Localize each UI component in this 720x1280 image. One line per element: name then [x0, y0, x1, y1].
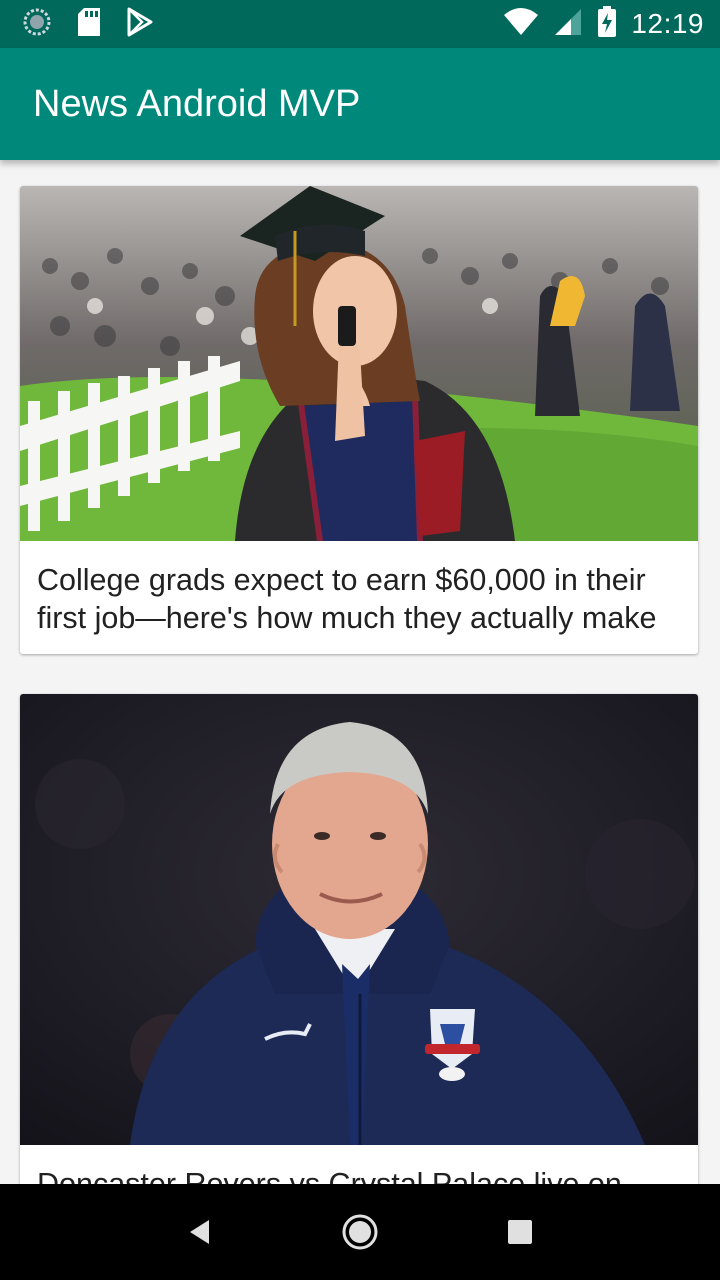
news-feed[interactable]: College grads expect to earn $60,000 in … — [0, 160, 720, 1184]
article-title: Doncaster Rovers vs Crystal Palace live … — [37, 1167, 622, 1184]
navigation-bar — [0, 1184, 720, 1280]
recents-icon — [508, 1220, 532, 1244]
news-card[interactable]: College grads expect to earn $60,000 in … — [20, 186, 698, 654]
battery-charging-icon — [597, 6, 617, 42]
back-button[interactable] — [170, 1202, 230, 1262]
sd-card-icon — [76, 7, 102, 41]
status-bar: 12:19 — [0, 0, 720, 48]
app-bar: News Android MVP — [0, 48, 720, 160]
wifi-icon — [503, 7, 539, 41]
news-card[interactable]: Doncaster Rovers vs Crystal Palace live … — [20, 694, 698, 1184]
signal-icon — [553, 7, 583, 41]
back-icon — [190, 1220, 209, 1244]
home-icon — [342, 1214, 378, 1250]
article-image — [20, 186, 698, 541]
play-store-icon — [126, 7, 154, 41]
app-title: News Android MVP — [33, 82, 361, 125]
status-time: 12:19 — [631, 8, 704, 39]
article-image — [20, 694, 698, 1145]
recents-button[interactable] — [490, 1202, 550, 1262]
article-title: College grads expect to earn $60,000 in … — [37, 563, 657, 635]
sync-icon — [22, 7, 52, 41]
home-button[interactable] — [330, 1202, 390, 1262]
